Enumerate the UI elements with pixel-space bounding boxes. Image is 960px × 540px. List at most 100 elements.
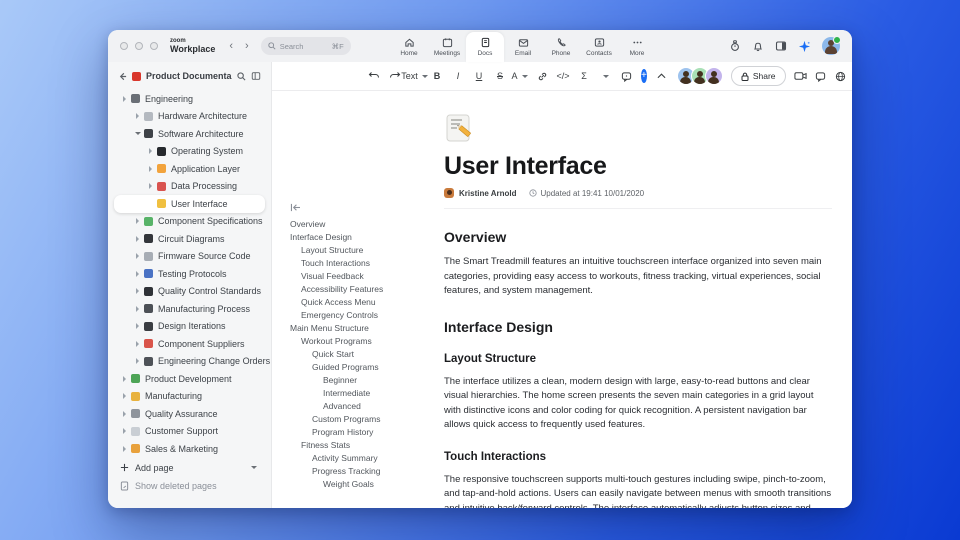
outline-item-activity-summary[interactable]: Activity Summary [290, 452, 434, 465]
close-window-icon[interactable] [120, 42, 128, 50]
outline-item-layout-structure[interactable]: Layout Structure [290, 244, 434, 257]
nav-back-button[interactable]: ‹ [229, 40, 233, 52]
text-color-dropdown[interactable]: A [512, 68, 527, 84]
back-arrow-icon[interactable] [118, 72, 127, 81]
sidebar-item-quality-control-standards[interactable]: Quality Control Standards [114, 283, 265, 301]
tab-docs[interactable]: Docs [466, 32, 504, 62]
chevron-down-icon[interactable] [248, 463, 259, 473]
video-camera-icon[interactable] [793, 68, 807, 84]
minimize-window-icon[interactable] [135, 42, 143, 50]
chevron-right-icon[interactable] [132, 234, 143, 244]
outline-item-visual-feedback[interactable]: Visual Feedback [290, 270, 434, 283]
comment-icon[interactable] [620, 68, 632, 84]
outline-item-quick-access-menu[interactable]: Quick Access Menu [290, 296, 434, 309]
share-button[interactable]: Share [730, 66, 786, 86]
sidebar-item-product-development[interactable]: Product Development [114, 370, 265, 388]
chevron-right-icon[interactable] [119, 426, 130, 436]
outline-item-beginner[interactable]: Beginner [290, 374, 434, 387]
add-page-button[interactable]: Add page [108, 459, 271, 477]
sidebar-item-manufacturing-process[interactable]: Manufacturing Process [114, 300, 265, 318]
insert-plus-button[interactable]: + [641, 69, 647, 83]
outline-item-workout-programs[interactable]: Workout Programs [290, 335, 434, 348]
strikethrough-button[interactable]: S [494, 68, 506, 84]
chevron-right-icon[interactable] [132, 269, 143, 279]
document-body[interactable]: Overview The Smart Treadmill features an … [444, 229, 832, 508]
chevron-right-icon[interactable] [119, 444, 130, 454]
chevron-right-icon[interactable] [119, 409, 130, 419]
chevron-right-icon[interactable] [132, 251, 143, 261]
chevron-right-icon[interactable] [119, 94, 130, 104]
sidebar-item-application-layer[interactable]: Application Layer [114, 160, 265, 178]
bold-button[interactable]: B [431, 68, 443, 84]
global-search-input[interactable]: Search ⌘F [260, 37, 351, 55]
outline-item-advanced[interactable]: Advanced [290, 400, 434, 413]
link-icon[interactable] [536, 68, 548, 84]
tab-email[interactable]: Email [504, 32, 542, 62]
notifications-bell-icon[interactable] [752, 40, 764, 52]
collapse-sidebar-icon[interactable] [251, 71, 261, 81]
undo-button[interactable] [368, 68, 380, 84]
chevron-right-icon[interactable] [132, 304, 143, 314]
page-title[interactable]: User Interface [444, 152, 832, 181]
chevron-right-icon[interactable] [145, 181, 156, 191]
chevron-right-icon[interactable] [132, 111, 143, 121]
outline-item-intermediate[interactable]: Intermediate [290, 387, 434, 400]
underline-button[interactable]: U [473, 68, 485, 84]
chevron-right-icon[interactable] [119, 391, 130, 401]
chevron-right-icon[interactable] [132, 216, 143, 226]
alignment-dropdown[interactable] [599, 68, 611, 84]
show-deleted-pages-button[interactable]: Show deleted pages [108, 477, 271, 495]
chevron-right-icon[interactable] [119, 374, 130, 384]
sidebar-item-customer-support[interactable]: Customer Support [114, 423, 265, 441]
outline-item-weight-goals[interactable]: Weight Goals [290, 478, 434, 491]
text-style-dropdown[interactable]: Text [401, 68, 422, 84]
sidebar-item-manufacturing[interactable]: Manufacturing [114, 388, 265, 406]
chat-bubble-icon[interactable] [815, 68, 827, 84]
tab-meetings[interactable]: Meetings [428, 32, 466, 62]
tab-contacts[interactable]: Contacts [580, 32, 618, 62]
nav-forward-button[interactable]: › [245, 40, 249, 52]
chevron-right-icon[interactable] [132, 321, 143, 331]
outline-item-emergency-controls[interactable]: Emergency Controls [290, 309, 434, 322]
outline-item-custom-programs[interactable]: Custom Programs [290, 413, 434, 426]
outline-item-accessibility-features[interactable]: Accessibility Features [290, 283, 434, 296]
outline-item-progress-tracking[interactable]: Progress Tracking [290, 465, 434, 478]
sidebar-item-hardware-architecture[interactable]: Hardware Architecture [114, 108, 265, 126]
side-panel-icon[interactable] [775, 40, 787, 52]
document-page[interactable]: User Interface Kristine Arnold Updated a… [434, 91, 852, 508]
sidebar-item-circuit-diagrams[interactable]: Circuit Diagrams [114, 230, 265, 248]
sidebar-item-user-interface[interactable]: User Interface [114, 195, 265, 213]
sidebar-item-testing-protocols[interactable]: Testing Protocols [114, 265, 265, 283]
sidebar-item-component-suppliers[interactable]: Component Suppliers [114, 335, 265, 353]
chevron-right-icon[interactable] [132, 356, 143, 366]
clock-icon[interactable] [729, 40, 741, 52]
chevron-right-icon[interactable] [145, 164, 156, 174]
outline-item-guided-programs[interactable]: Guided Programs [290, 361, 434, 374]
outline-item-fitness-stats[interactable]: Fitness Stats [290, 439, 434, 452]
sidebar-item-operating-system[interactable]: Operating System [114, 143, 265, 161]
sidebar-item-firmware-source-code[interactable]: Firmware Source Code [114, 248, 265, 266]
equation-button[interactable]: Σ [578, 68, 590, 84]
tab-phone[interactable]: Phone [542, 32, 580, 62]
chevron-right-icon[interactable] [145, 146, 156, 156]
outline-item-program-history[interactable]: Program History [290, 426, 434, 439]
sidebar-item-design-iterations[interactable]: Design Iterations [114, 318, 265, 336]
chevron-right-icon[interactable] [132, 286, 143, 296]
window-controls[interactable] [120, 42, 158, 50]
collapse-outline-icon[interactable] [290, 203, 434, 212]
chevron-down-icon[interactable] [132, 129, 143, 139]
sidebar-item-engineering[interactable]: Engineering [114, 90, 265, 108]
sidebar-item-engineering-change-orders[interactable]: Engineering Change Orders [114, 353, 270, 371]
outline-item-interface-design[interactable]: Interface Design [290, 231, 434, 244]
tab-home[interactable]: Home [390, 32, 428, 62]
ai-companion-icon[interactable] [798, 40, 811, 53]
sidebar-item-data-processing[interactable]: Data Processing [114, 178, 265, 196]
user-avatar[interactable] [822, 36, 841, 55]
tab-more[interactable]: More [618, 32, 656, 62]
sidebar-item-sales-marketing[interactable]: Sales & Marketing [114, 440, 265, 458]
maximize-window-icon[interactable] [150, 42, 158, 50]
italic-button[interactable]: I [452, 68, 464, 84]
outline-item-main-menu-structure[interactable]: Main Menu Structure [290, 322, 434, 335]
sidebar-item-component-specifications[interactable]: Component Specifications [114, 213, 265, 231]
sidebar-item-quality-assurance[interactable]: Quality Assurance [114, 405, 265, 423]
